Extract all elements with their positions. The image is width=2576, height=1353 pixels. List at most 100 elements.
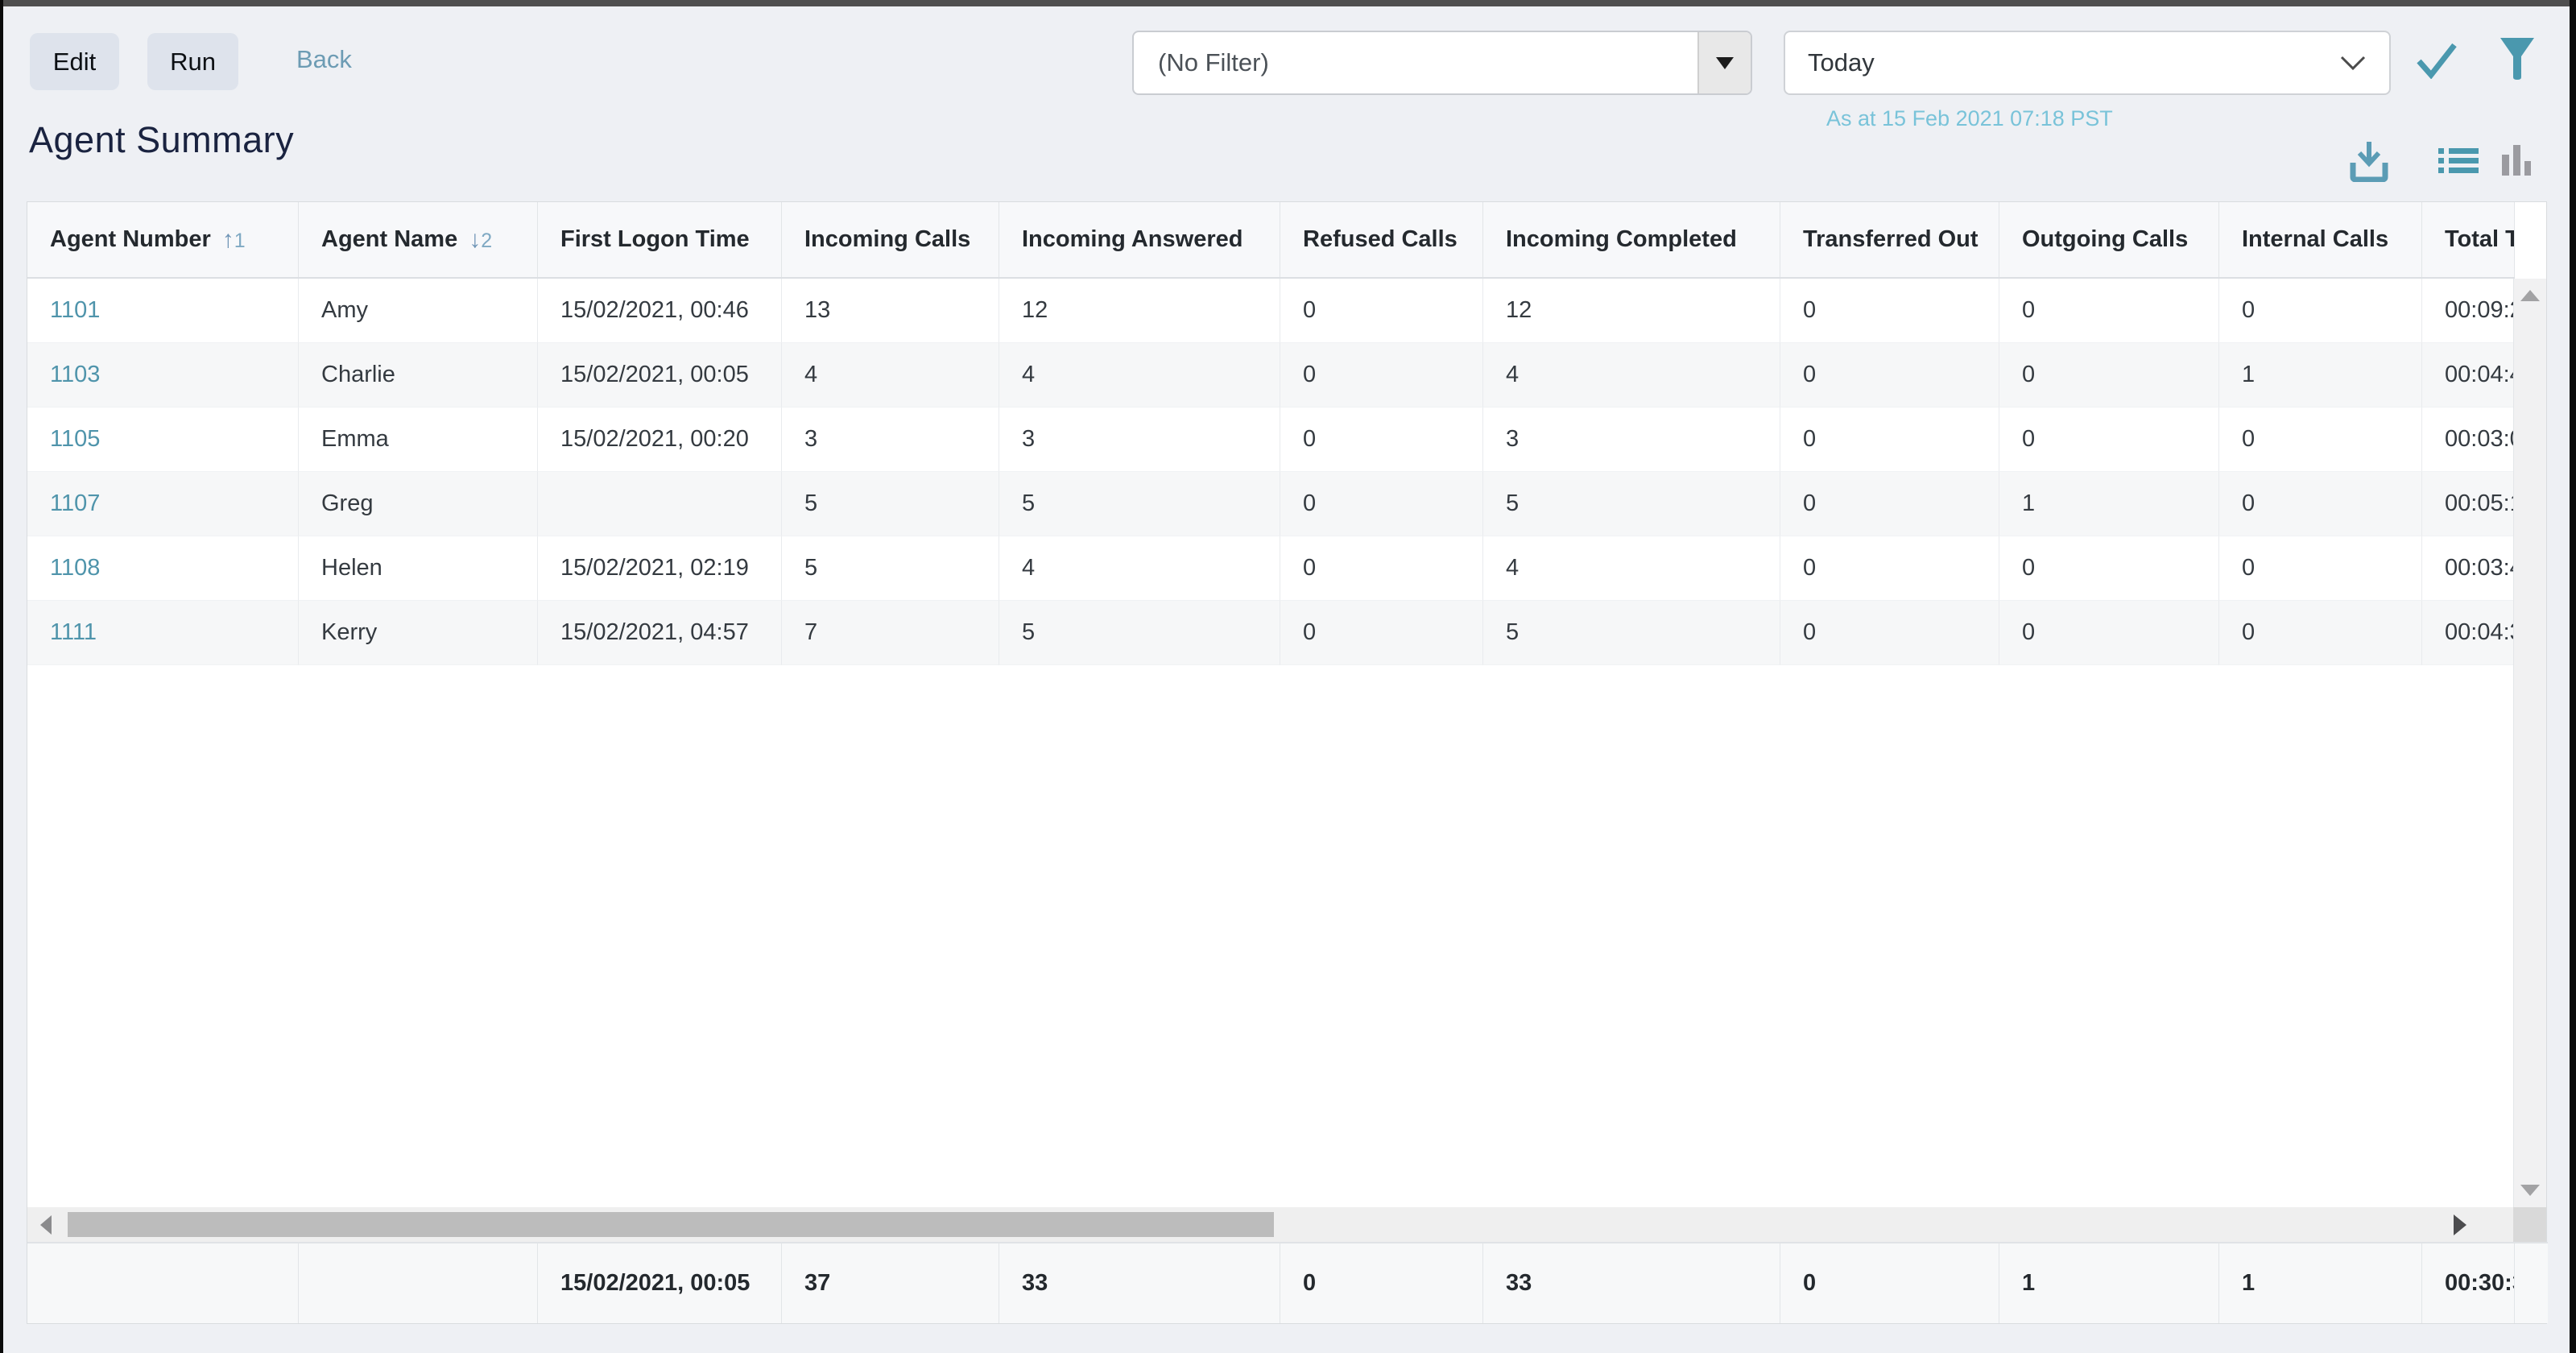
agent-number-link[interactable]: 1105 — [27, 408, 299, 472]
table-row: 1105Emma15/02/2021, 00:20330300000:03:0 — [27, 408, 2515, 472]
cell-incoming-calls: 4 — [782, 343, 999, 408]
column-header-agent-number[interactable]: Agent Number ↑1 — [27, 202, 299, 277]
column-header-agent-name[interactable]: Agent Name↓2 — [299, 202, 538, 277]
list-view-icon[interactable] — [2438, 148, 2479, 174]
column-header-first-logon-time[interactable]: First Logon Time — [538, 202, 782, 277]
cell-total-ta: 00:05:1 — [2422, 472, 2515, 536]
cell-total-ta: 00:09:2 — [2422, 279, 2515, 343]
scroll-down-icon[interactable] — [2520, 1185, 2540, 1196]
column-header-label: First Logon Time — [560, 226, 750, 253]
edit-button[interactable]: Edit — [30, 33, 119, 90]
cell-transferred-out: 0 — [1780, 536, 1999, 601]
scroll-right-icon[interactable] — [2454, 1214, 2466, 1235]
vertical-scrollbar[interactable] — [2513, 279, 2546, 1207]
column-header-incoming-answered[interactable]: Incoming Answered — [999, 202, 1280, 277]
filter-combobox[interactable]: (No Filter) — [1132, 31, 1752, 95]
cell-agent-name: Amy — [299, 279, 538, 343]
table-header-row: Agent Number ↑1 Agent Name↓2 First Logon Ti… — [27, 202, 2515, 279]
scroll-up-icon[interactable] — [2520, 290, 2540, 301]
back-link[interactable]: Back — [296, 45, 352, 74]
cell-first-logon-time: 15/02/2021, 00:20 — [538, 408, 782, 472]
sort-indicator-up-icon: ↑1 — [222, 226, 246, 254]
cell-internal-calls: 0 — [2219, 536, 2422, 601]
cell-incoming-calls: 3 — [782, 408, 999, 472]
page-title: Agent Summary — [29, 119, 294, 161]
chart-view-icon[interactable] — [2501, 143, 2533, 177]
cell-transferred-out: 0 — [1780, 601, 1999, 665]
summary-first-logon-time: 15/02/2021, 00:05 — [538, 1243, 782, 1323]
summary-incoming-answered: 33 — [999, 1243, 1280, 1323]
download-icon[interactable] — [2350, 140, 2388, 182]
agent-number-link[interactable]: 1103 — [27, 343, 299, 408]
cell-refused-calls: 0 — [1280, 472, 1483, 536]
cell-refused-calls: 0 — [1280, 408, 1483, 472]
cell-internal-calls: 0 — [2219, 408, 2422, 472]
column-header-outgoing-calls[interactable]: Outgoing Calls — [1999, 202, 2219, 277]
column-header-label: Incoming Calls — [804, 226, 970, 253]
cell-total-ta: 00:03:4 — [2422, 536, 2515, 601]
summary-total-ta: 00:30:3 — [2422, 1243, 2515, 1323]
scroll-left-icon[interactable] — [40, 1215, 52, 1235]
cell-outgoing-calls: 0 — [1999, 343, 2219, 408]
cell-internal-calls: 0 — [2219, 601, 2422, 665]
column-header-transferred-out[interactable]: Transferred Out — [1780, 202, 1999, 277]
cell-incoming-answered: 12 — [999, 279, 1280, 343]
filter-funnel-icon[interactable] — [2500, 37, 2535, 81]
horizontal-scrollbar-track[interactable] — [27, 1207, 2513, 1242]
cell-first-logon-time: 15/02/2021, 00:46 — [538, 279, 782, 343]
cell-outgoing-calls: 0 — [1999, 408, 2219, 472]
scrollbar-corner — [2513, 1207, 2546, 1242]
window-left-border — [0, 0, 3, 1353]
window-right-border — [2570, 0, 2576, 1353]
column-header-label: Agent Number — [50, 226, 211, 253]
as-at-timestamp: As at 15 Feb 2021 07:18 PST — [1826, 106, 2113, 131]
summary-incoming-completed: 33 — [1483, 1243, 1780, 1323]
cell-transferred-out: 0 — [1780, 408, 1999, 472]
agent-number-link[interactable]: 1107 — [27, 472, 299, 536]
column-header-incoming-completed[interactable]: Incoming Completed — [1483, 202, 1780, 277]
apply-check-icon[interactable] — [2416, 42, 2458, 79]
horizontal-scrollbar[interactable] — [27, 1207, 2546, 1242]
cell-agent-name: Charlie — [299, 343, 538, 408]
summary-outgoing-calls: 1 — [1999, 1243, 2219, 1323]
column-header-total-ta[interactable]: Total Ta — [2422, 202, 2515, 277]
table-row: 1103Charlie15/02/2021, 00:05440400100:04… — [27, 343, 2515, 408]
summary-refused-calls: 0 — [1280, 1243, 1483, 1323]
cell-internal-calls: 0 — [2219, 279, 2422, 343]
summary-internal-calls: 1 — [2219, 1243, 2422, 1323]
table-body: 1101Amy15/02/2021, 00:46131201200000:09:… — [27, 279, 2546, 1207]
filter-combobox-value: (No Filter) — [1134, 32, 1697, 93]
cell-agent-name: Kerry — [299, 601, 538, 665]
run-button[interactable]: Run — [147, 33, 238, 90]
cell-first-logon-time: 15/02/2021, 00:05 — [538, 343, 782, 408]
cell-incoming-answered: 4 — [999, 343, 1280, 408]
cell-internal-calls: 1 — [2219, 343, 2422, 408]
cell-incoming-completed: 5 — [1483, 601, 1780, 665]
cell-total-ta: 00:04:3 — [2422, 601, 2515, 665]
window-top-strip — [0, 0, 2576, 6]
column-header-label: Refused Calls — [1303, 226, 1458, 253]
horizontal-scrollbar-thumb[interactable] — [68, 1212, 1274, 1237]
cell-transferred-out: 0 — [1780, 343, 1999, 408]
cell-refused-calls: 0 — [1280, 601, 1483, 665]
column-header-label: Incoming Completed — [1506, 226, 1737, 253]
cell-outgoing-calls: 0 — [1999, 536, 2219, 601]
cell-refused-calls: 0 — [1280, 536, 1483, 601]
column-header-label: Total Ta — [2445, 226, 2515, 253]
agent-number-link[interactable]: 1101 — [27, 279, 299, 343]
column-header-label: Internal Calls — [2242, 226, 2388, 253]
column-header-incoming-calls[interactable]: Incoming Calls — [782, 202, 999, 277]
agent-number-link[interactable]: 1108 — [27, 536, 299, 601]
filter-combobox-arrow-button[interactable] — [1697, 32, 1751, 93]
agent-number-link[interactable]: 1111 — [27, 601, 299, 665]
sort-indicator-down-icon: ↓2 — [469, 226, 492, 254]
date-range-select[interactable]: Today — [1784, 31, 2391, 95]
column-header-refused-calls[interactable]: Refused Calls — [1280, 202, 1483, 277]
column-header-internal-calls[interactable]: Internal Calls — [2219, 202, 2422, 277]
table-summary-row: 15/02/2021, 00:05373303301100:30:3 — [27, 1242, 2548, 1323]
cell-incoming-answered: 5 — [999, 601, 1280, 665]
cell-incoming-completed: 12 — [1483, 279, 1780, 343]
cell-agent-name: Greg — [299, 472, 538, 536]
cell-refused-calls: 0 — [1280, 279, 1483, 343]
table-row: 1107Greg550501000:05:1 — [27, 472, 2515, 536]
